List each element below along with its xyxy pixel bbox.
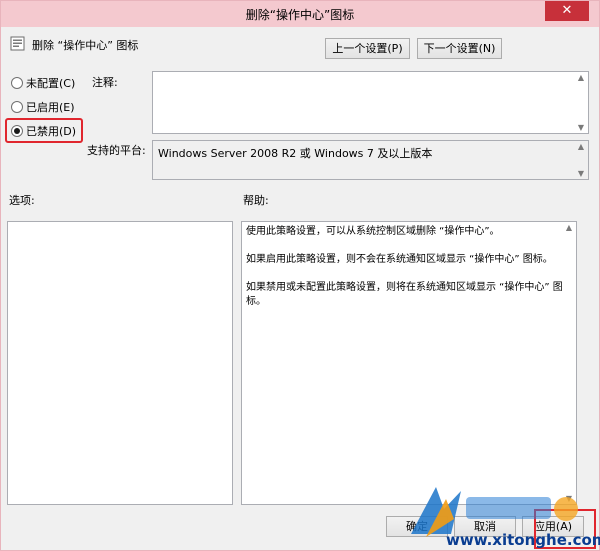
platform-scrollbar[interactable]: ▲ ▼: [575, 142, 587, 178]
policy-dialog-window: 删除“操作中心”图标 ✕ 删除 “操作中心” 图标 上一个设置(P) 下一个设置…: [0, 0, 600, 551]
previous-setting-button[interactable]: 上一个设置(P): [325, 38, 410, 59]
platform-value: Windows Server 2008 R2 或 Windows 7 及以上版本: [152, 140, 589, 180]
radio-enabled-dot[interactable]: [11, 101, 23, 113]
comment-textarea[interactable]: [152, 71, 589, 134]
platform-label: 支持的平台:: [87, 144, 146, 157]
scroll-down-icon[interactable]: ▼: [575, 123, 587, 132]
policy-settings-icon: [10, 36, 25, 51]
scroll-up-icon[interactable]: ▲: [575, 142, 587, 151]
options-label: 选项:: [9, 194, 35, 207]
scroll-down-icon[interactable]: ▼: [563, 494, 575, 503]
radio-not-configured-dot[interactable]: [11, 77, 23, 89]
title-bar[interactable]: 删除“操作中心”图标 ✕: [1, 1, 599, 27]
watermark-site: www.xitonghe.com: [446, 531, 600, 549]
radio-enabled-label: 已启用(E): [26, 101, 75, 114]
comment-label: 注释:: [92, 76, 118, 89]
disabled-highlight-box: [5, 118, 83, 143]
options-pane: [7, 221, 233, 505]
policy-title: 删除 “操作中心” 图标: [32, 39, 139, 52]
close-icon: ✕: [561, 3, 573, 18]
scroll-up-icon[interactable]: ▲: [563, 223, 575, 232]
help-scrollbar[interactable]: ▲ ▼: [563, 223, 575, 503]
help-paragraph: 如果禁用或未配置此策略设置，则将在系统通知区域显示 “操作中心” 图标。: [246, 282, 563, 307]
ok-button[interactable]: 确定: [386, 516, 448, 537]
help-label: 帮助:: [243, 194, 269, 207]
scroll-down-icon[interactable]: ▼: [575, 169, 587, 178]
close-button[interactable]: ✕: [545, 1, 589, 21]
help-paragraph: 如果启用此策略设置，则不会在系统通知区域显示 “操作中心” 图标。: [246, 254, 553, 265]
radio-not-configured[interactable]: 未配置(C): [11, 75, 75, 91]
window-title: 删除“操作中心”图标: [245, 8, 355, 22]
comment-scrollbar[interactable]: ▲ ▼: [575, 73, 587, 132]
help-pane: 使用此策略设置，可以从系统控制区域删除 “操作中心”。 如果启用此策略设置，则不…: [241, 221, 577, 505]
scroll-up-icon[interactable]: ▲: [575, 73, 587, 82]
radio-enabled[interactable]: 已启用(E): [11, 99, 75, 115]
radio-not-configured-label: 未配置(C): [26, 77, 76, 90]
next-setting-button[interactable]: 下一个设置(N): [417, 38, 502, 59]
help-paragraph: 使用此策略设置，可以从系统控制区域删除 “操作中心”。: [246, 226, 500, 237]
